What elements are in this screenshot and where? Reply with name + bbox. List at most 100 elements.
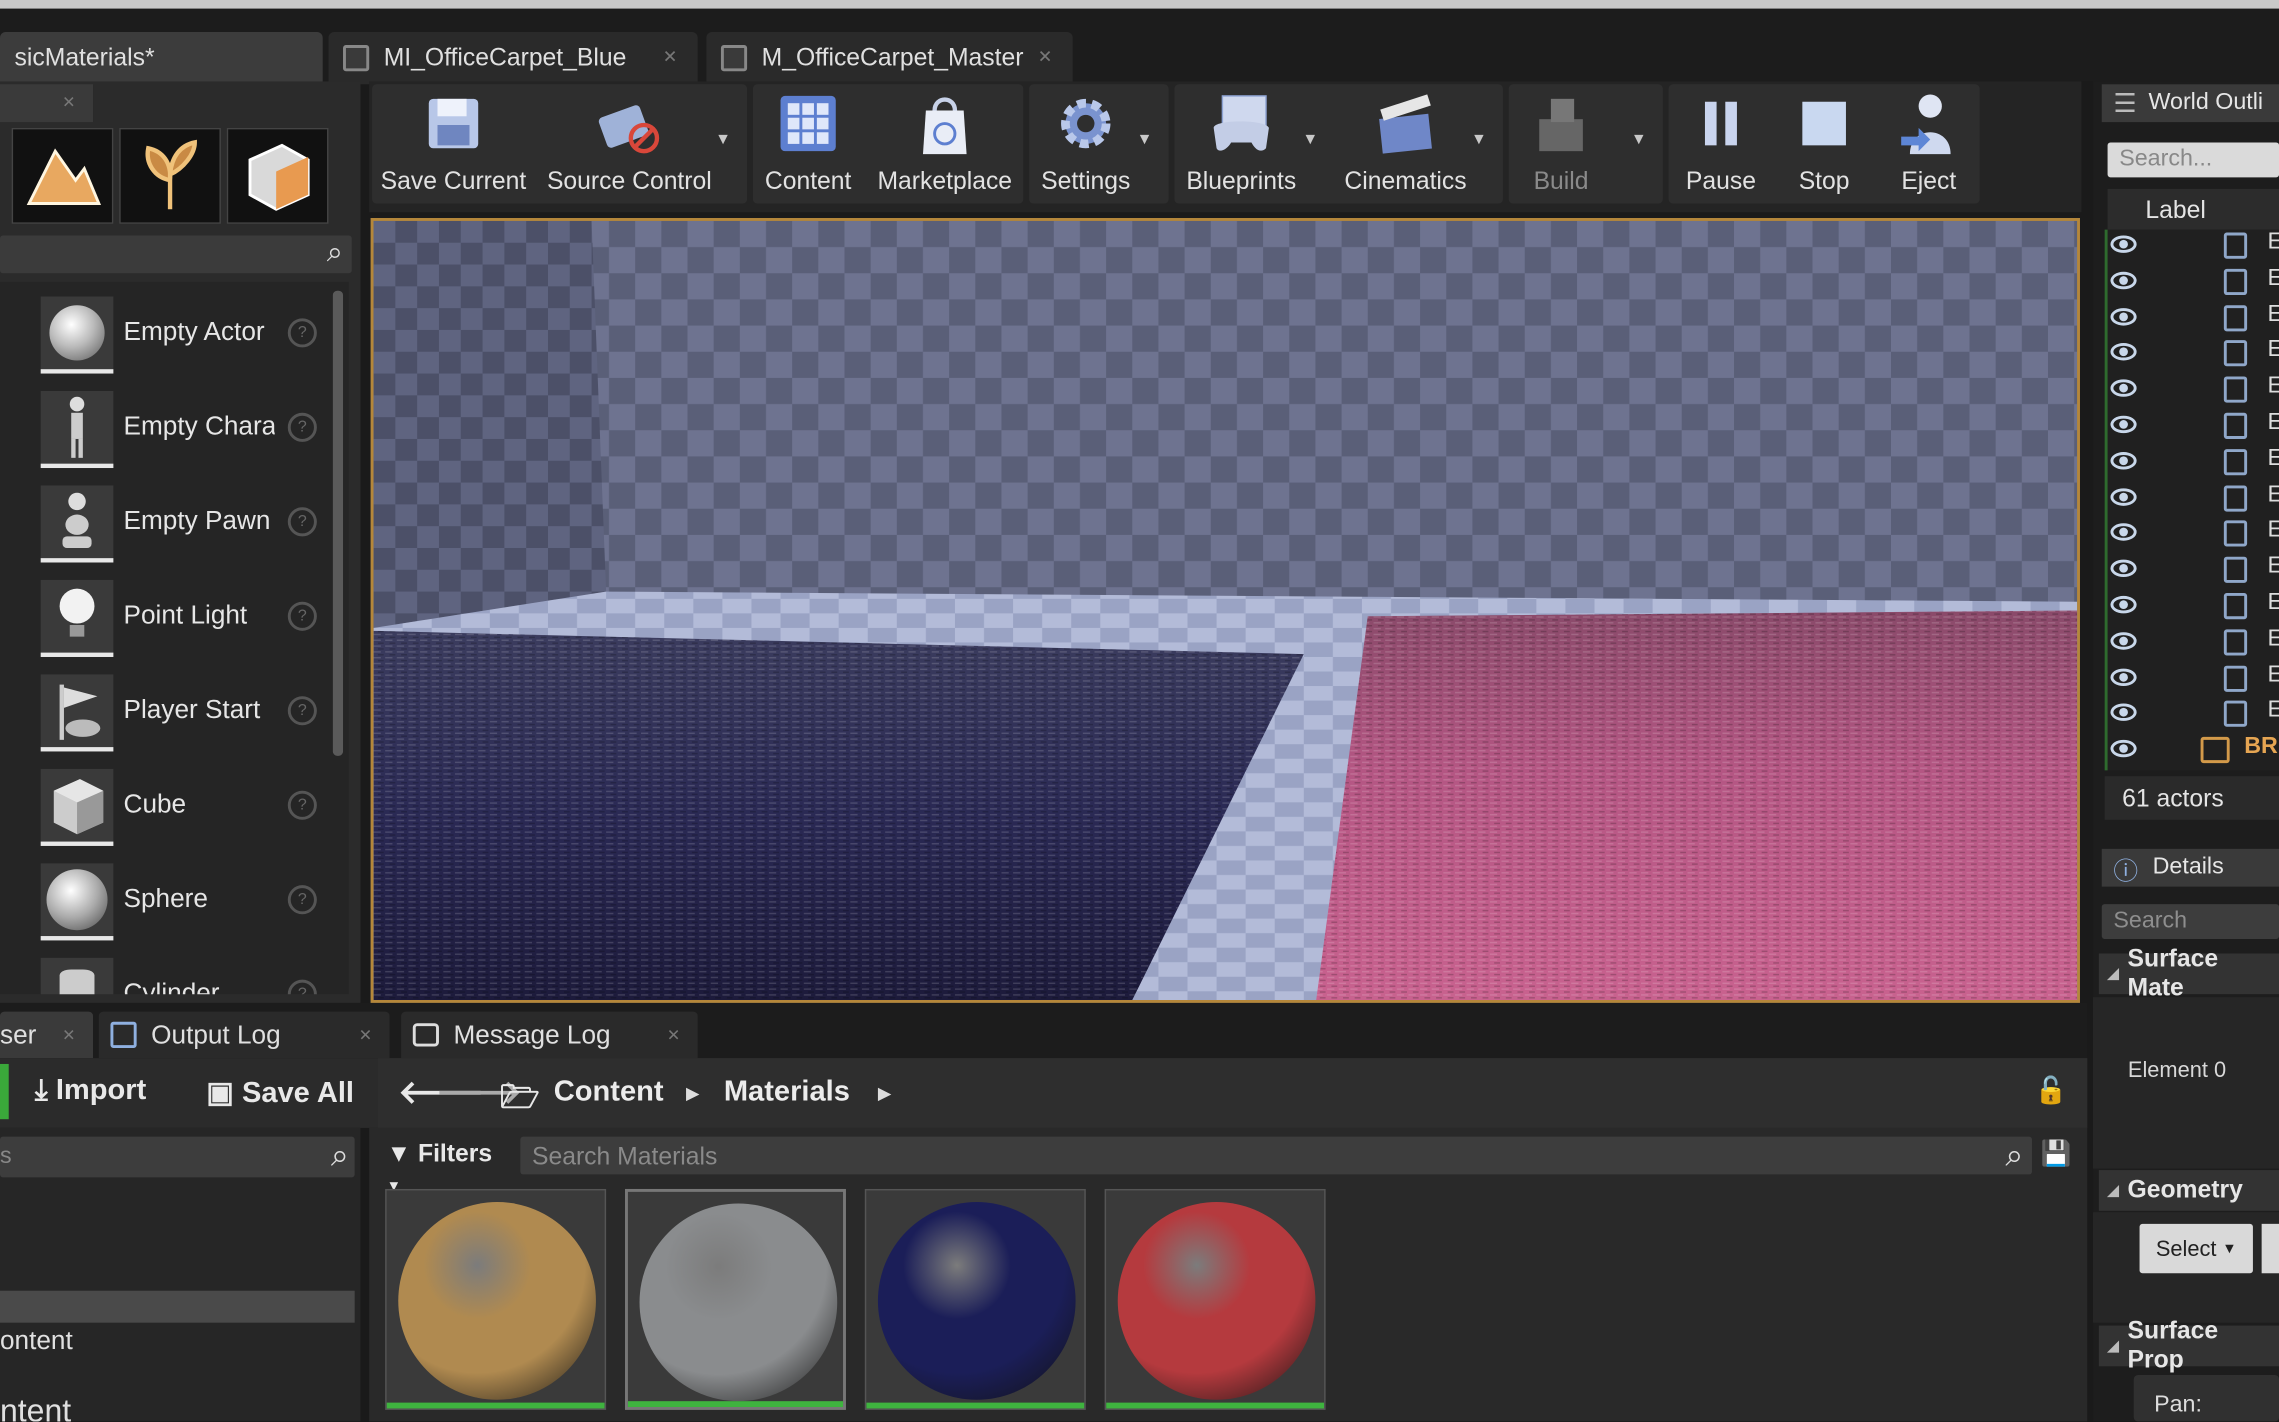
help-icon[interactable]: ? bbox=[287, 601, 317, 631]
tab-basic-materials[interactable]: sicMaterials* bbox=[0, 31, 323, 85]
outliner-row-br[interactable]: BR bbox=[2110, 734, 2279, 769]
foliage-mode-button[interactable] bbox=[119, 127, 221, 224]
place-item-empty-character[interactable]: Empty Chara ? bbox=[40, 390, 332, 481]
tab-output-log[interactable]: Output Log ✕ bbox=[98, 1011, 390, 1059]
cinematics-button[interactable]: Cinematics bbox=[1334, 84, 1476, 203]
close-icon[interactable]: ✕ bbox=[1038, 47, 1053, 67]
close-icon[interactable]: ✕ bbox=[62, 1026, 75, 1045]
outliner-row[interactable]: E bbox=[2110, 626, 2279, 661]
material-asset-tile[interactable] bbox=[625, 1188, 846, 1410]
outliner-row[interactable]: E bbox=[2110, 590, 2279, 625]
outliner-row[interactable]: E bbox=[2110, 482, 2279, 517]
source-control-button[interactable]: Source Control bbox=[541, 84, 718, 203]
blueprints-button[interactable]: Blueprints bbox=[1177, 84, 1305, 203]
build-button[interactable]: Build bbox=[1512, 84, 1611, 203]
eye-icon[interactable] bbox=[2110, 704, 2137, 722]
details-search-input[interactable]: Search bbox=[2101, 904, 2279, 939]
place-item-cylinder[interactable]: Cylinder ? bbox=[40, 957, 332, 995]
section-surface-properties[interactable]: ◢ Surface Prop bbox=[2098, 1317, 2279, 1374]
tree-item-content[interactable]: ontent bbox=[0, 1326, 73, 1357]
content-button[interactable]: Content bbox=[756, 84, 861, 203]
save-current-button[interactable]: Save Current bbox=[375, 84, 532, 203]
stop-button[interactable]: Stop bbox=[1773, 84, 1875, 203]
place-item-empty-pawn[interactable]: Empty Pawn ? bbox=[40, 485, 332, 575]
filters-button[interactable]: ▼ Filters ▼ bbox=[387, 1140, 509, 1195]
level-viewport[interactable] bbox=[370, 218, 2080, 1003]
geometry-second-button[interactable] bbox=[2261, 1223, 2279, 1274]
chevron-down-icon[interactable]: ▼ bbox=[1137, 131, 1153, 148]
chevron-right-icon[interactable]: ▶ bbox=[686, 1083, 699, 1103]
outliner-row[interactable]: E bbox=[2110, 266, 2279, 301]
outliner-row[interactable]: E bbox=[2110, 338, 2279, 373]
outliner-row[interactable]: E bbox=[2110, 446, 2279, 481]
chevron-down-icon[interactable]: ▼ bbox=[715, 131, 731, 148]
landscape-mode-button[interactable] bbox=[11, 127, 114, 224]
eye-icon[interactable] bbox=[2110, 487, 2137, 506]
asset-search-input[interactable]: Search Materials ⌕ bbox=[520, 1136, 2032, 1175]
close-icon[interactable]: ✕ bbox=[359, 1026, 372, 1045]
help-icon[interactable]: ? bbox=[287, 885, 317, 915]
eye-icon[interactable] bbox=[2110, 307, 2137, 325]
tab-content-browser[interactable]: ser ✕ bbox=[0, 1011, 94, 1059]
chevron-down-icon[interactable]: ▼ bbox=[1471, 131, 1487, 148]
eye-icon[interactable] bbox=[2110, 415, 2137, 434]
close-icon[interactable]: ✕ bbox=[667, 1026, 680, 1045]
outliner-row[interactable]: E bbox=[2110, 554, 2279, 589]
place-item-point-light[interactable]: Point Light ? bbox=[40, 579, 332, 670]
material-asset-tile[interactable] bbox=[385, 1188, 607, 1410]
help-icon[interactable]: ? bbox=[287, 318, 317, 348]
place-search-input[interactable]: ⌕ bbox=[0, 235, 352, 274]
outliner-column-header[interactable]: Label bbox=[2107, 188, 2279, 230]
material-asset-tile[interactable] bbox=[864, 1188, 1086, 1410]
eye-icon[interactable] bbox=[2110, 559, 2137, 578]
outliner-row[interactable]: E bbox=[2110, 230, 2279, 265]
eye-icon[interactable] bbox=[2110, 343, 2137, 362]
eye-icon[interactable] bbox=[2110, 739, 2137, 758]
tab-mi-office-carpet-blue[interactable]: MI_OfficeCarpet_Blue ✕ bbox=[328, 31, 698, 85]
eye-icon[interactable] bbox=[2110, 595, 2137, 614]
help-icon[interactable]: ? bbox=[287, 790, 317, 820]
chevron-right-icon[interactable]: ▶ bbox=[878, 1083, 891, 1103]
breadcrumb-content[interactable]: Content bbox=[554, 1076, 664, 1109]
place-item-empty-actor[interactable]: Empty Actor ? bbox=[40, 296, 332, 387]
help-icon[interactable]: ? bbox=[287, 979, 317, 995]
sources-search-input[interactable]: s ⌕ bbox=[0, 1136, 355, 1178]
outliner-row[interactable]: E bbox=[2110, 374, 2279, 409]
outliner-row[interactable]: E bbox=[2110, 302, 2279, 337]
outliner-row[interactable]: E bbox=[2110, 662, 2279, 697]
eye-icon[interactable] bbox=[2110, 631, 2137, 650]
select-dropdown[interactable]: Select ▼ bbox=[2139, 1223, 2253, 1274]
tree-selected-row[interactable] bbox=[0, 1290, 355, 1323]
place-item-sphere[interactable]: Sphere ? bbox=[40, 863, 332, 953]
section-surface-materials[interactable]: ◢ Surface Mate bbox=[2098, 945, 2279, 1001]
close-icon[interactable]: ✕ bbox=[62, 93, 75, 111]
mesh-paint-mode-button[interactable] bbox=[226, 127, 329, 224]
outliner-row[interactable]: E bbox=[2110, 698, 2279, 733]
world-outliner-tab[interactable]: ☰ World Outli bbox=[2101, 84, 2279, 123]
help-icon[interactable]: ? bbox=[287, 412, 317, 442]
import-button[interactable]: ⤓ Import bbox=[35, 1074, 146, 1107]
chevron-down-icon[interactable]: ▼ bbox=[1631, 131, 1647, 148]
breadcrumb-materials[interactable]: Materials bbox=[724, 1076, 850, 1109]
save-search-icon[interactable]: 💾 bbox=[2041, 1140, 2072, 1169]
modes-tab[interactable]: ✕ bbox=[0, 84, 94, 123]
eject-button[interactable]: Eject bbox=[1878, 84, 1980, 203]
material-asset-tile[interactable] bbox=[1104, 1188, 1326, 1410]
eye-icon[interactable] bbox=[2110, 668, 2137, 686]
settings-button[interactable]: Settings bbox=[1032, 84, 1140, 203]
lock-icon[interactable]: 🔓 bbox=[2035, 1076, 2068, 1107]
outliner-search-input[interactable]: Search... bbox=[2107, 142, 2279, 178]
place-item-player-start[interactable]: Player Start ? bbox=[40, 674, 332, 764]
tab-m-office-carpet-master[interactable]: M_OfficeCarpet_Master ✕ bbox=[706, 31, 1073, 85]
marketplace-button[interactable]: Marketplace bbox=[869, 84, 1020, 203]
chevron-down-icon[interactable]: ▼ bbox=[1302, 131, 1318, 148]
section-geometry[interactable]: ◢ Geometry bbox=[2098, 1170, 2279, 1211]
save-all-button[interactable]: ▣ Save All bbox=[206, 1074, 354, 1110]
help-icon[interactable]: ? bbox=[287, 507, 317, 537]
place-list-scrollbar[interactable] bbox=[332, 290, 344, 756]
add-new-button-edge[interactable] bbox=[0, 1063, 9, 1120]
close-icon[interactable]: ✕ bbox=[663, 47, 678, 67]
eye-icon[interactable] bbox=[2110, 271, 2137, 289]
eye-icon[interactable] bbox=[2110, 523, 2137, 542]
eye-icon[interactable] bbox=[2110, 235, 2137, 253]
